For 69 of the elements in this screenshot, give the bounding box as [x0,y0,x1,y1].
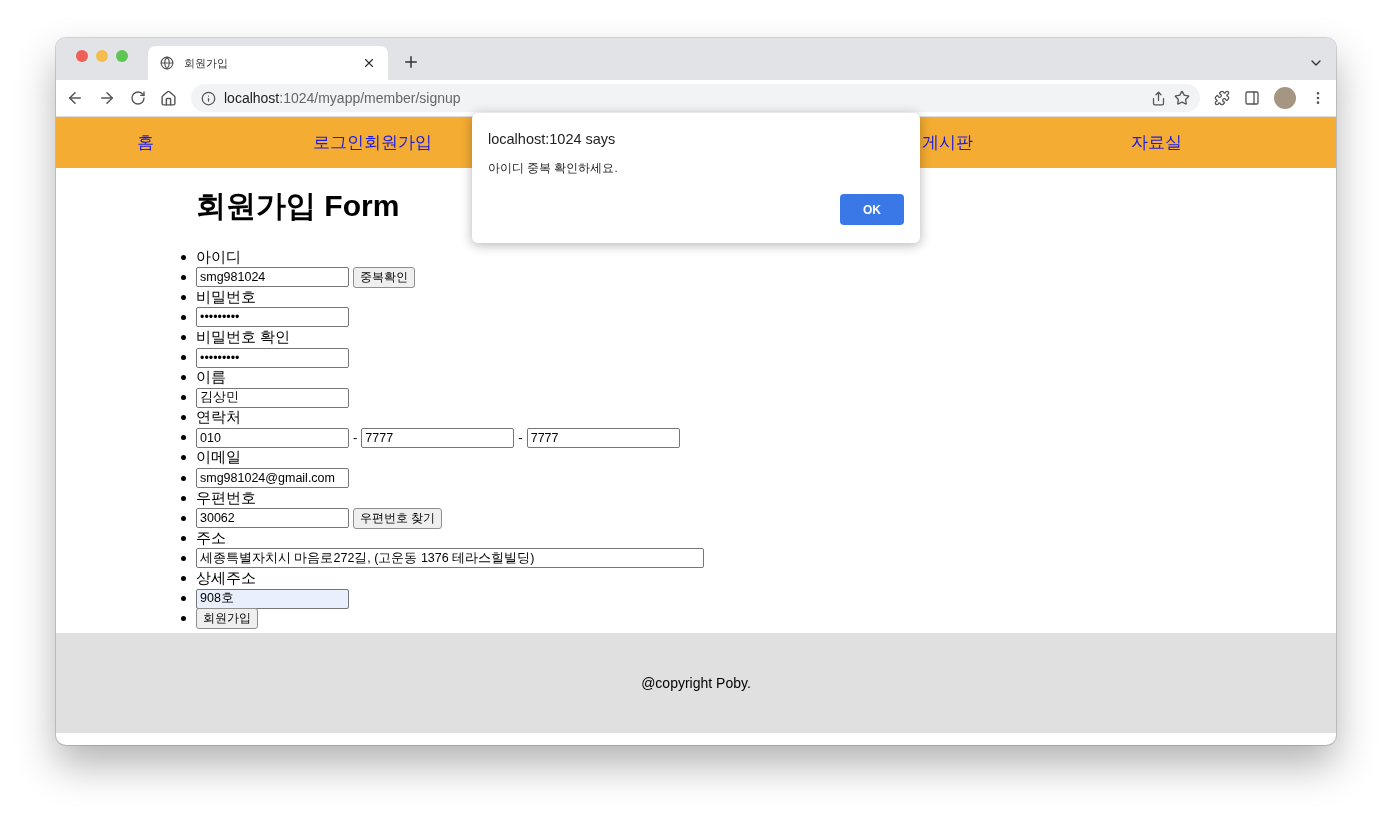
puzzle-icon[interactable] [1214,90,1230,106]
form-button[interactable]: 중복확인 [353,266,415,288]
side-panel-icon[interactable] [1244,90,1260,106]
dialog-message: 아이디 중복 확인하세요. [488,161,619,176]
back-icon[interactable] [66,89,84,107]
field-label: 상세주소 [196,569,256,589]
separator: - [353,430,358,446]
bullet-icon [181,475,186,481]
field-label: 이름 [196,368,226,388]
text-field[interactable]: 908호 [196,588,349,609]
text-field[interactable]: 세종특별자치시 마음로272길, (고운동 1376 테라스힐빌딩) [196,548,704,569]
field-label: 주소 [196,528,226,548]
star-icon[interactable] [1174,90,1190,106]
bullet-icon [181,254,186,260]
field-label: 우편번호 [196,488,256,508]
bullet-icon [181,555,186,561]
bullet-icon [181,334,186,340]
text-field[interactable]: 30062 [196,508,349,529]
text-field[interactable]: ••••••••• [196,347,349,368]
reload-icon[interactable] [130,90,146,106]
bullet-icon [181,375,186,381]
field-label: 이메일 [196,448,241,468]
form-button[interactable]: 회원가입 [196,608,258,630]
bullet-icon [181,274,186,280]
nav-link[interactable]: 홈 [137,131,154,154]
text-field[interactable]: smg981024@gmail.com [196,468,349,489]
field-label: 비밀번호 확인 [196,327,291,347]
bullet-icon [181,294,186,300]
nav-link[interactable]: 자료실 [1131,131,1182,154]
bullet-icon [181,576,186,582]
info-icon [201,90,216,106]
text-field[interactable]: 010 [196,427,349,448]
avatar[interactable] [1274,87,1296,109]
bullet-icon [181,596,186,602]
bullet-icon [181,435,186,441]
bullet-icon [181,395,186,401]
field-label: 아이디 [196,247,241,267]
close-icon[interactable] [362,56,376,70]
text-field[interactable]: ••••••••• [196,307,349,328]
dialog-title: localhost:1024 says [488,131,617,147]
text-field[interactable]: 김상민 [196,387,349,408]
bullet-icon [181,355,186,360]
text-field[interactable]: 7777 [361,427,515,448]
bullet-icon [181,455,186,461]
field-label: 연락처 [196,408,241,428]
form-button[interactable]: 우편번호 찾기 [353,507,443,529]
field-label: 비밀번호 [196,287,256,307]
text-field[interactable]: 7777 [526,427,680,448]
page-title: 회원가입 Form [196,188,400,224]
nav-link[interactable]: 로그인회원가입 [313,131,432,154]
separator: - [518,430,523,446]
close-light-icon[interactable] [76,50,88,62]
globe-icon [160,56,174,70]
share-icon[interactable] [1151,90,1166,106]
bullet-icon [181,314,186,320]
forward-icon[interactable] [98,89,116,107]
browser-tab[interactable]: 회원가입 [148,46,388,80]
copyright-text: @copyright Poby. [641,675,751,691]
bullet-icon [181,415,186,421]
home-icon[interactable] [160,89,177,107]
bullet-icon [181,616,186,622]
nav-link[interactable]: 게시판 [922,131,973,154]
plus-icon[interactable] [402,53,420,71]
text-field[interactable]: smg981024 [196,267,349,288]
address-bar[interactable]: localhost:1024/myapp/member/signup [191,84,1200,112]
bullet-icon [181,515,186,521]
ok-button[interactable]: OK [840,194,904,225]
bullet-icon [181,495,186,501]
bullet-icon [181,535,186,541]
